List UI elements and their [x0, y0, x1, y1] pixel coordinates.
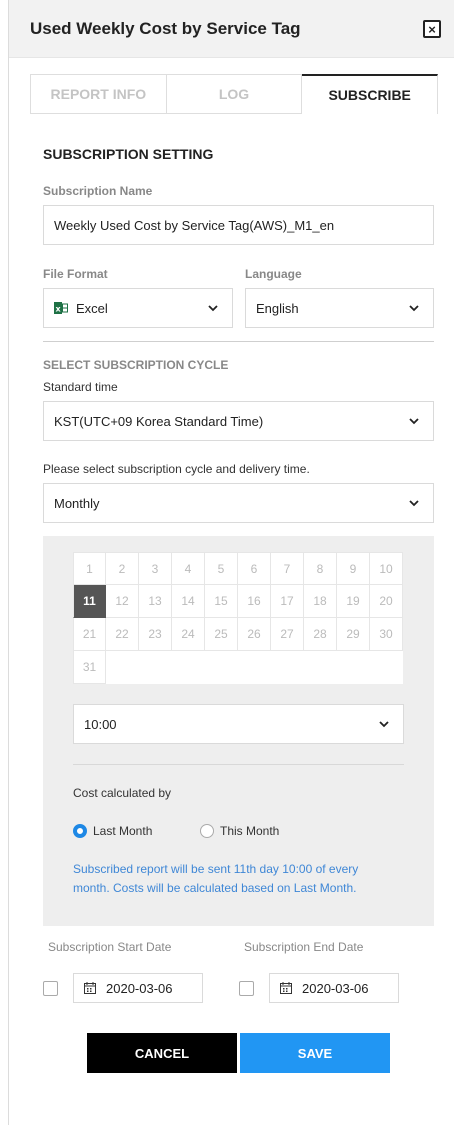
file-format-label: File Format: [43, 267, 108, 281]
subscription-name-value: Weekly Used Cost by Service Tag(AWS)_M1_…: [54, 217, 335, 233]
standard-time-select[interactable]: KST(UTC+09 Korea Standard Time): [43, 401, 434, 441]
calendar-icon: [84, 982, 96, 994]
radio-last-month-label: Last Month: [93, 824, 153, 838]
day-cell-28[interactable]: 28: [304, 618, 337, 651]
radio-this-month[interactable]: This Month: [200, 824, 279, 838]
day-cell-12[interactable]: 12: [106, 585, 139, 618]
standard-time-value: KST(UTC+09 Korea Standard Time): [54, 413, 264, 429]
radio-last-month[interactable]: Last Month: [73, 824, 152, 838]
day-cell-20[interactable]: 20: [370, 585, 403, 618]
day-cell-8[interactable]: 8: [304, 552, 337, 585]
day-cell-31[interactable]: 31: [73, 651, 106, 684]
close-button[interactable]: ×: [423, 20, 441, 38]
start-date-input[interactable]: 2020-03-06: [73, 973, 203, 1003]
day-cell-18[interactable]: 18: [304, 585, 337, 618]
schedule-divider: [73, 764, 404, 765]
tab-log[interactable]: LOG: [166, 74, 303, 114]
end-date-value: 2020-03-06: [302, 980, 369, 996]
calendar-icon: [280, 982, 292, 994]
day-cell-19[interactable]: 19: [337, 585, 370, 618]
close-icon: ×: [428, 21, 436, 37]
day-cell-5[interactable]: 5: [205, 552, 238, 585]
svg-text:x: x: [56, 305, 62, 314]
chevron-down-icon: [379, 721, 389, 728]
standard-time-label: Standard time: [43, 380, 118, 394]
schedule-info-text: Subscribed report will be sent 11th day …: [73, 862, 359, 895]
time-select[interactable]: 10:00: [73, 704, 404, 744]
subscription-name-label: Subscription Name: [43, 184, 153, 198]
day-cell-1[interactable]: 1: [73, 552, 106, 585]
start-date-label: Subscription Start Date: [48, 940, 172, 954]
day-cell-11[interactable]: 11: [73, 585, 106, 618]
subscription-name-input[interactable]: Weekly Used Cost by Service Tag(AWS)_M1_…: [43, 205, 434, 245]
time-value: 10:00: [84, 716, 117, 732]
subscription-panel: Used Weekly Cost by Service Tag × REPORT…: [9, 0, 454, 1125]
chevron-down-icon: [208, 305, 218, 312]
schedule-panel: 1 2 3 4 5 6 7 8 9 10 11 12 13 14 15 16 17 18 19 20 21 22 23 24 2…: [43, 536, 434, 926]
day-cell-16[interactable]: 16: [238, 585, 271, 618]
cycle-select[interactable]: Monthly: [43, 483, 434, 523]
language-select[interactable]: English: [245, 288, 434, 328]
day-cell-15[interactable]: 15: [205, 585, 238, 618]
end-date-label: Subscription End Date: [244, 940, 364, 954]
language-label: Language: [245, 267, 302, 281]
chevron-down-icon: [409, 418, 419, 425]
section-divider: [43, 341, 434, 342]
file-format-value: Excel: [76, 300, 108, 316]
cycle-prompt: Please select subscription cycle and del…: [43, 462, 310, 476]
language-value: English: [256, 300, 299, 316]
day-cell-2[interactable]: 2: [106, 552, 139, 585]
cycle-value: Monthly: [54, 495, 100, 511]
end-date-checkbox[interactable]: [239, 981, 254, 996]
day-cell-22[interactable]: 22: [106, 618, 139, 651]
tab-report-info[interactable]: REPORT INFO: [30, 74, 167, 114]
radio-selected-icon: [73, 824, 87, 838]
cycle-section-label: SELECT SUBSCRIPTION CYCLE: [43, 358, 229, 372]
end-date-input[interactable]: 2020-03-06: [269, 973, 399, 1003]
day-cell-29[interactable]: 29: [337, 618, 370, 651]
day-cell-17[interactable]: 17: [271, 585, 304, 618]
day-cell-25[interactable]: 25: [205, 618, 238, 651]
tab-bar: REPORT INFO LOG SUBSCRIBE: [30, 74, 439, 114]
day-cell-7[interactable]: 7: [271, 552, 304, 585]
start-date-checkbox[interactable]: [43, 981, 58, 996]
day-cell-21[interactable]: 21: [73, 618, 106, 651]
day-cell-3[interactable]: 3: [139, 552, 172, 585]
day-cell-14[interactable]: 14: [172, 585, 205, 618]
day-cell-10[interactable]: 10: [370, 552, 403, 585]
panel-header: Used Weekly Cost by Service Tag ×: [9, 0, 454, 58]
save-button[interactable]: SAVE: [240, 1033, 390, 1073]
day-cell-6[interactable]: 6: [238, 552, 271, 585]
panel-title: Used Weekly Cost by Service Tag: [30, 18, 301, 38]
day-cell-27[interactable]: 27: [271, 618, 304, 651]
section-title: SUBSCRIPTION SETTING: [43, 146, 214, 162]
file-format-select[interactable]: x Excel: [43, 288, 233, 328]
day-grid: 1 2 3 4 5 6 7 8 9 10 11 12 13 14 15 16 17 18 19 20 21 22 23 24 2…: [73, 552, 403, 684]
day-cell-24[interactable]: 24: [172, 618, 205, 651]
tab-subscribe[interactable]: SUBSCRIBE: [302, 74, 439, 114]
radio-this-month-label: This Month: [220, 824, 280, 838]
day-cell-23[interactable]: 23: [139, 618, 172, 651]
chevron-down-icon: [409, 500, 419, 507]
cancel-button[interactable]: CANCEL: [87, 1033, 237, 1073]
excel-icon: x: [54, 302, 68, 314]
day-cell-26[interactable]: 26: [238, 618, 271, 651]
chevron-down-icon: [409, 305, 419, 312]
radio-unselected-icon: [200, 824, 214, 838]
day-cell-4[interactable]: 4: [172, 552, 205, 585]
day-cell-13[interactable]: 13: [139, 585, 172, 618]
cost-calculated-label: Cost calculated by: [73, 786, 172, 800]
day-cell-9[interactable]: 9: [337, 552, 370, 585]
start-date-value: 2020-03-06: [106, 980, 173, 996]
day-cell-30[interactable]: 30: [370, 618, 403, 651]
